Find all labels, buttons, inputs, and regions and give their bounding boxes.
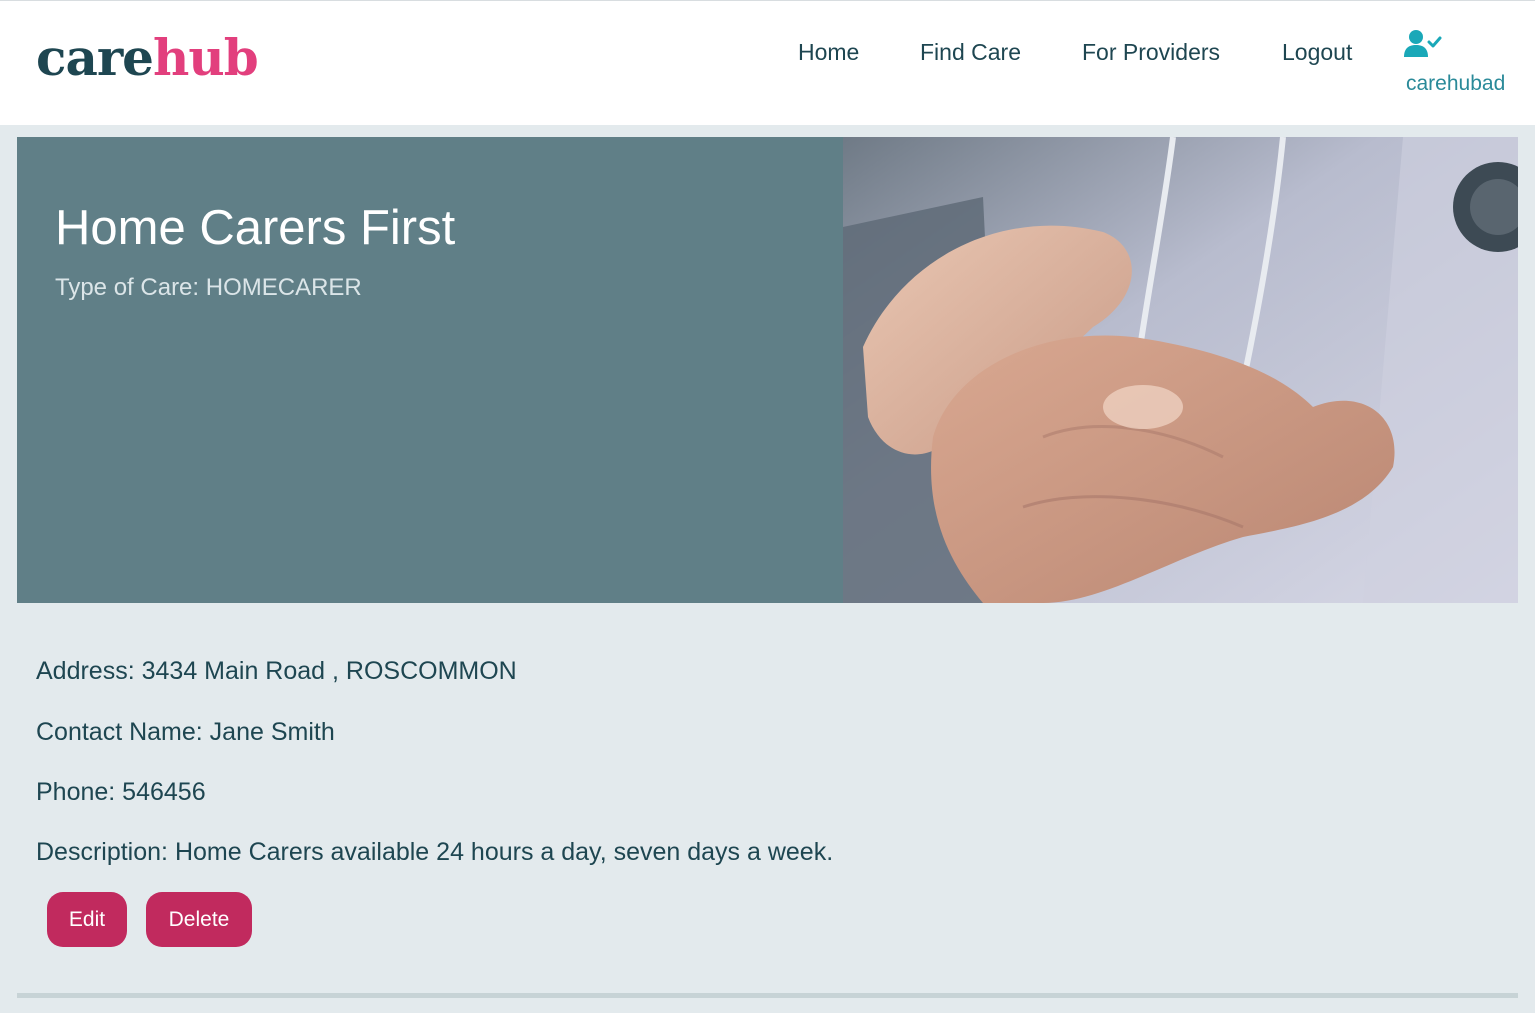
logo-care-text: care [36, 28, 154, 87]
username-label: carehubad [1406, 72, 1506, 95]
phone-text: Phone: 546456 [36, 778, 206, 806]
care-type: Type of Care: HOMECARER [55, 274, 362, 301]
logo-hub-text: hub [153, 28, 259, 87]
address-text: Address: 3434 Main Road , ROSCOMMON [36, 657, 517, 685]
footer-divider [17, 993, 1518, 998]
carehub-logo[interactable]: carehub [36, 23, 259, 93]
edit-button[interactable]: Edit [47, 892, 127, 947]
top-navbar: carehub Home Find Care For Providers Log… [0, 0, 1535, 125]
provider-name: Home Carers First [55, 201, 456, 255]
caregiver-hands-photo [843, 137, 1518, 603]
nav-home-link[interactable]: Home [798, 37, 859, 67]
nav-find-care-link[interactable]: Find Care [920, 37, 1021, 67]
delete-button[interactable]: Delete [146, 892, 252, 947]
description-text: Description: Home Carers available 24 ho… [36, 838, 834, 866]
nav-for-providers-link[interactable]: For Providers [1082, 37, 1220, 67]
provider-hero: Home Carers First Type of Care: HOMECARE… [17, 137, 1518, 603]
nav-logout-link[interactable]: Logout [1282, 37, 1352, 67]
contact-name-text: Contact Name: Jane Smith [36, 718, 335, 746]
user-check-icon [1404, 30, 1442, 57]
